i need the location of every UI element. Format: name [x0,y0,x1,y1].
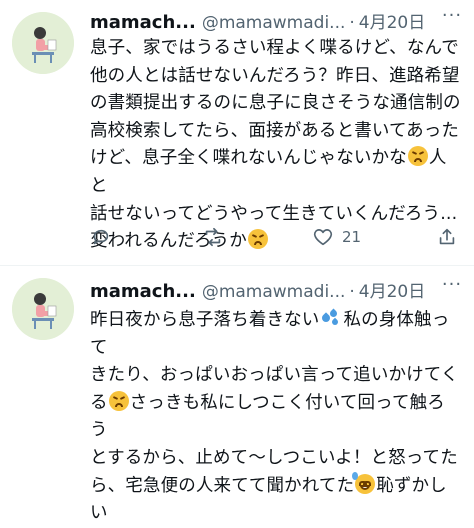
text-line: ら、宅急便の人来てて聞かれてた 恥ずかしい [90,471,462,528]
avatar[interactable] [12,278,74,340]
tweet-header: mamach... @mamawmadi... · 4月20日 [90,8,425,33]
text-line: の書類提出するのに息子に良さそうな通信制の [90,93,461,114]
more-options-icon[interactable]: ··· [440,275,464,299]
author-handle[interactable]: @mamawmadi... [202,13,346,33]
like-count: 21 [342,228,362,246]
like-button[interactable]: 21 [312,225,361,249]
separator-dot: · [349,282,355,302]
tweet-text: 息子、家ではうるさい程よく喋るけど、なんで 他の人とは話せないんだろう？昨日、進… [90,35,462,256]
share-icon [439,228,455,245]
tweet-date[interactable]: 4月20日 [359,13,425,33]
text-line: とするから、止めて〜しつこいよ！と怒ってた [90,447,458,468]
sweat-droplets-emoji [320,308,342,328]
persevering-face-emoji [108,390,129,411]
author-handle[interactable]: @mamawmadi... [202,282,346,302]
text-line: るさっきも私にしつこく付いて回って触ろう [90,390,445,441]
text-line: 高校検索してたら、面接があると書いてあった [90,120,460,141]
author-name[interactable]: mamach... [90,12,196,33]
text-line: 昨日夜から息子落ち着きない 私の身体触って [90,308,450,358]
tweet-1[interactable]: mamach... @mamawmadi... · 4月20日 ··· 息子、家ではう… [0,0,474,264]
retweet-button[interactable] [202,225,224,249]
text-line: 他の人とは話せないんだろう？昨日、進路希望 [90,65,460,86]
separator-dot: · [349,13,355,33]
retweet-icon [205,227,221,247]
tweet-2[interactable]: mamach... @mamawmadi... · 4月20日 ··· 昨日夜から息子… [0,266,474,523]
more-options-icon[interactable]: ··· [440,6,464,30]
text-line: 息子、家ではうるさい程よく喋るけど、なんで [90,38,459,58]
heart-icon [313,229,333,246]
reply-icon [93,229,109,245]
avatar[interactable] [12,12,74,74]
text-line: きたり、おっぱいおっぱい言って追いかけてく [90,365,459,386]
tweet-actions: 21 [90,225,455,249]
text-line: けど、息子全く喋れないんじゃないかな 人と [90,146,447,196]
author-name[interactable]: mamach... [90,281,196,302]
persevering-face-emoji [407,146,428,167]
grinning-sweat-emoji [352,471,376,494]
tweet-header: mamach... @mamawmadi... · 4月20日 [90,277,425,302]
tweet-date[interactable]: 4月20日 [359,282,425,302]
reply-button[interactable] [90,225,112,249]
tweet-text: 昨日夜から息子落ち着きない 私の身体触って きたり、おっぱいおっぱい言って追いかけ… [90,307,462,528]
share-button[interactable] [436,225,458,249]
